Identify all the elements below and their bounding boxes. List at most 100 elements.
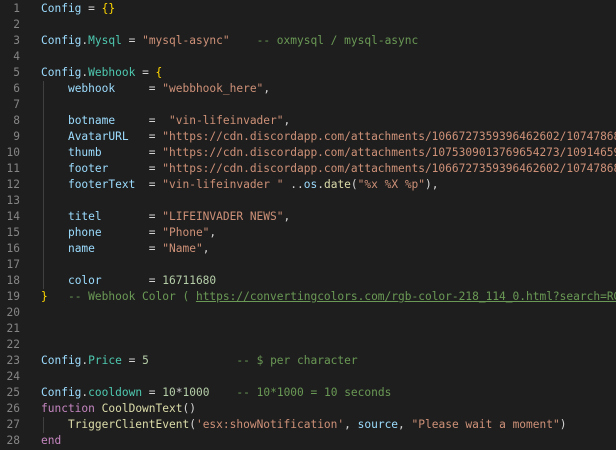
code-line[interactable]: 20 [0,305,616,321]
code-line[interactable]: 5 Config.Webhook = { [0,65,616,81]
line-number: 8 [13,114,20,127]
code-token: ( [350,178,358,191]
code-token: source [357,418,399,431]
code-line[interactable]: 16 name = "Name", [0,241,616,257]
code-token: botname [67,114,116,127]
code-line[interactable]: 11 footer = "https://cdn.discordapp.com/… [0,161,616,177]
code-line[interactable]: 9 AvatarURL = "https://cdn.discordapp.co… [0,129,616,145]
code-token: ) [559,418,567,431]
code-token: 16711680 [162,274,217,287]
code-line[interactable]: 28 end [0,433,616,449]
line-number: 11 [6,162,20,175]
line-number: 27 [6,418,20,431]
code-line[interactable]: 18 color = 16711680 [0,273,616,289]
code-line[interactable]: 13 [0,193,616,209]
code-token: cooldown [88,386,143,399]
code-token: , [344,418,358,431]
line-code: thumb = "https://cdn.discordapp.com/atta… [41,145,616,161]
code-token: , [283,210,291,223]
line-number: 19 [6,290,20,303]
line-code: Config.Webhook = { [41,65,162,81]
line-number: 6 [13,82,20,95]
code-token: 'esx:showNotification' [195,418,345,431]
line-code: Config.cooldown = 10*1000 -- 10*1000 = 1… [41,385,391,401]
code-token: = [101,274,163,287]
code-line[interactable]: 25 Config.cooldown = 10*1000 -- 10*1000 =… [0,385,616,401]
line-code: end [41,433,61,449]
code-line[interactable]: 1 Config = {} [0,1,616,17]
line-code: color = 16711680 [41,273,216,289]
code-token: titel [67,210,102,223]
line-number: 26 [6,402,20,415]
line-number: 24 [6,370,20,383]
line-number: 12 [6,178,20,191]
code-token: TriggerClientEvent [67,418,190,431]
code-line[interactable]: 17 [0,257,616,273]
code-line[interactable]: 6 webhook = "webbhook_here", [0,81,616,97]
code-token: 10 [162,386,176,399]
code-line[interactable]: 7 [0,97,616,113]
code-token: = [108,162,163,175]
code-token: = [142,386,163,399]
code-token: Mysql [88,34,122,47]
line-number: 9 [13,130,20,143]
line-number: 21 [6,322,20,335]
code-token: , [202,242,210,255]
code-token: -- Webhook Color ( [67,290,196,303]
code-line[interactable]: 24 [0,369,616,385]
code-token: AvatarURL [67,130,129,143]
code-token: , [263,82,271,95]
line-code: footer = "https://cdn.discordapp.com/att… [41,161,616,177]
code-line[interactable]: 19} -- Webhook Color ( https://convertin… [0,289,616,305]
code-token: = [94,242,163,255]
line-number: 5 [13,66,20,79]
code-line[interactable]: 4 [0,49,616,65]
code-line[interactable]: 15 phone = "Phone", [0,225,616,241]
code-token: Price [88,354,122,367]
code-token: ), [425,178,439,191]
code-token: = [115,82,163,95]
code-token: "https://cdn.discordapp.com/attachments/… [162,162,616,175]
code-line[interactable]: 21 [0,321,616,337]
line-number: 17 [6,258,20,271]
line-number: 3 [13,34,20,47]
code-line[interactable]: 22 [0,337,616,353]
code-editor[interactable]: 1 Config = {} 2 3 Config.Mysql = "mysql-asyn… [0,0,616,450]
code-token: = [101,226,163,239]
code-token: .. [283,178,304,191]
code-line[interactable]: 14 titel = "LIFEINVADER NEWS", [0,209,616,225]
code-line[interactable]: 10 thumb = "https://cdn.discordapp.com/a… [0,145,616,161]
code-token: } [41,290,48,303]
code-token: -- $ per character [236,354,358,367]
code-token: Config [41,66,82,79]
code-line[interactable]: 27 TriggerClientEvent('esx:showNotificat… [0,417,616,433]
code-line[interactable]: 2 [0,17,616,33]
code-token: "Please wait a moment" [411,418,560,431]
code-token: date [323,178,351,191]
code-token[interactable]: https://convertingcolors.com/rgb-color-2… [196,290,616,303]
code-token: thumb [67,146,102,159]
code-line[interactable]: 26 function CoolDownText() [0,401,616,417]
code-line[interactable]: 12 footerText = "vin-lifeinvader " ..os.… [0,177,616,193]
code-token: . [317,178,324,191]
code-token: * [175,386,183,399]
code-line[interactable]: 8 botname = "vin-lifeinvader", [0,113,616,129]
line-number: 25 [6,386,20,399]
line-number: 23 [6,354,20,367]
code-token: "https://cdn.discordapp.com/attachments/… [162,146,616,159]
code-token: "Phone" [162,226,210,239]
code-token: = [101,146,163,159]
code-line[interactable]: 3 Config.Mysql = "mysql-async" -- oxmysql… [0,33,616,49]
code-token: {} [101,2,116,15]
code-line[interactable]: 23 Config.Price = 5 -- $ per character [0,353,616,369]
line-number: 20 [6,306,20,319]
